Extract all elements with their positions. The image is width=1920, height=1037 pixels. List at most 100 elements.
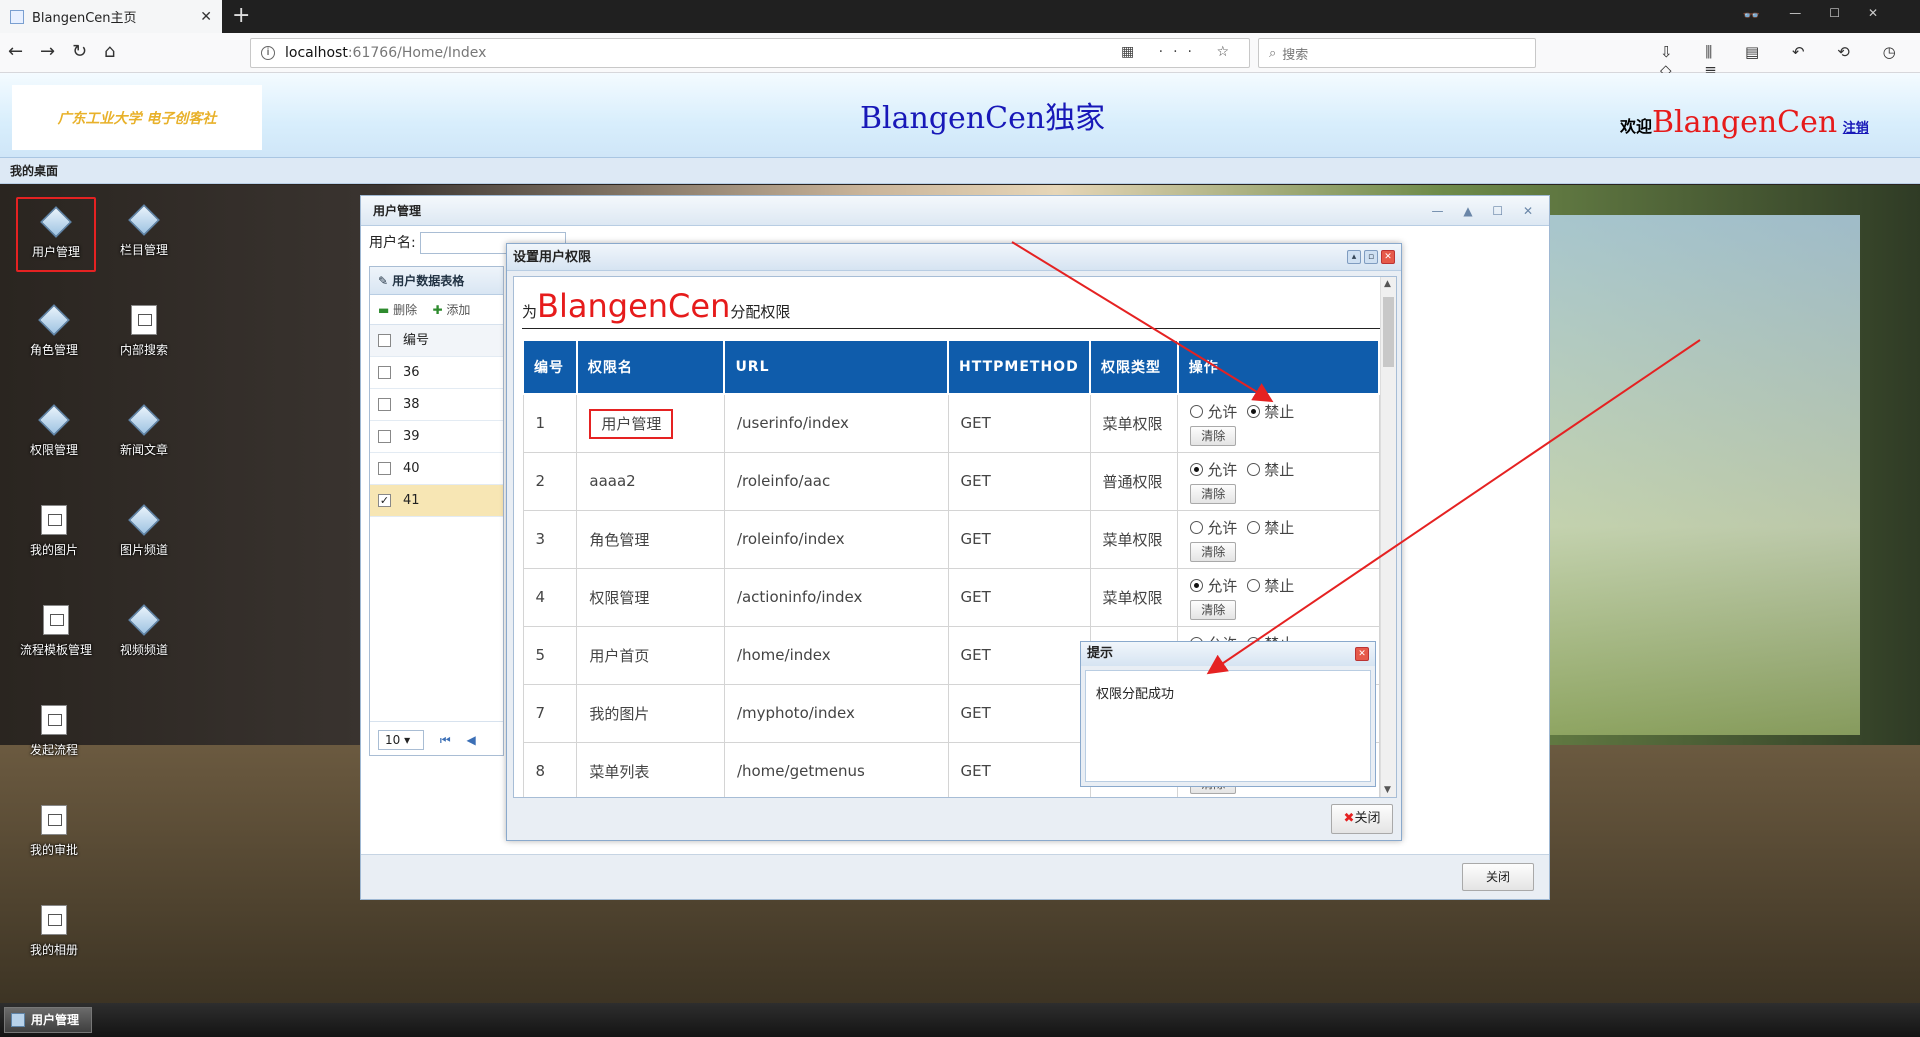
allow-radio[interactable]: 允许	[1190, 519, 1237, 537]
row-checkbox[interactable]	[378, 366, 391, 379]
desktop-icon-role-manage[interactable]: 角色管理	[14, 297, 94, 358]
home-button[interactable]: ⌂	[104, 41, 115, 63]
clear-button[interactable]: 清除	[1190, 541, 1237, 562]
desktop-icon-user-manage[interactable]: 用户管理	[16, 197, 96, 272]
clear-button[interactable]: 清除	[1190, 599, 1237, 620]
browser-tab[interactable]: BlangenCen主页 ✕	[0, 0, 222, 33]
allow-radio[interactable]: 允许	[1190, 403, 1237, 421]
row-checkbox[interactable]	[378, 462, 391, 475]
scroll-down-icon[interactable]: ▼	[1384, 785, 1391, 795]
column-header-id[interactable]: 编号	[403, 325, 429, 357]
tip-message: 权限分配成功	[1096, 687, 1175, 702]
desktop-icon-my-approval[interactable]: 我的审批	[14, 797, 94, 858]
radio-icon	[1247, 578, 1261, 592]
cell-value: 3	[535, 530, 546, 548]
clear-button[interactable]: 清除	[1190, 425, 1237, 446]
tip-close-icon[interactable]: ✕	[1355, 647, 1369, 661]
cell-value: 菜单列表	[589, 762, 650, 781]
cell-value: GET	[960, 588, 991, 606]
window-controls[interactable]: — ▲ ☐ ✕	[1432, 196, 1541, 226]
allow-radio[interactable]: 允许	[1190, 577, 1237, 595]
user-manage-close-button[interactable]: 关闭	[1462, 863, 1534, 891]
select-all-checkbox[interactable]	[378, 334, 391, 347]
deny-radio[interactable]: 禁止	[1247, 461, 1294, 479]
tip-titlebar[interactable]: 提示 ✕	[1081, 642, 1375, 666]
radio-icon	[1247, 404, 1261, 418]
table-cell: 1	[522, 393, 578, 453]
doc-icon	[37, 803, 71, 837]
page-favicon-icon	[10, 9, 24, 24]
cell-value: 5	[535, 646, 546, 664]
close-icon[interactable]: ✕	[1381, 250, 1395, 264]
back-button[interactable]: ←	[8, 41, 23, 63]
first-page-icon[interactable]: ⏮	[440, 733, 451, 747]
desktop-icon-permission-manage[interactable]: 权限管理	[14, 397, 94, 458]
table-cell: 角色管理	[576, 509, 725, 569]
grid-title: ✎ 用户数据表格	[370, 267, 503, 295]
desktop-icon-flow-template[interactable]: 流程模板管理	[16, 597, 96, 658]
table-cell: /home/getmenus	[723, 741, 949, 797]
close-tab-icon[interactable]: ✕	[200, 9, 212, 25]
forward-button[interactable]: →	[40, 41, 55, 63]
row-checkbox-checked[interactable]: ✓	[378, 494, 391, 507]
cell-value: GET	[960, 704, 991, 722]
doc-icon	[37, 503, 71, 537]
cell-value: GET	[960, 414, 991, 433]
table-cell: GET	[947, 683, 1091, 743]
operation-cell: 允许 禁止清除	[1177, 567, 1380, 627]
table-row-selected[interactable]: ✓ 41	[370, 485, 503, 517]
scroll-up-icon[interactable]: ▲	[1384, 279, 1391, 289]
tab-title: BlangenCen主页	[32, 11, 137, 26]
maximize-icon[interactable]: ▫	[1364, 250, 1378, 264]
close-label: 关闭	[1354, 811, 1381, 826]
table-row[interactable]: 40	[370, 453, 503, 485]
table-row[interactable]: 38	[370, 389, 503, 421]
desktop-icon-start-flow[interactable]: 发起流程	[14, 697, 94, 758]
window-controls[interactable]: —☐✕	[1789, 6, 1906, 20]
tab-strip: BlangenCen主页 ✕ + 👓 —☐✕	[0, 0, 1920, 33]
heading-user-name: BlangenCen	[537, 287, 731, 325]
row-checkbox[interactable]	[378, 398, 391, 411]
desktop-icon-picture-channel[interactable]: 图片频道	[104, 497, 184, 558]
allow-radio[interactable]: 允许	[1190, 461, 1237, 479]
add-icon: ✚	[432, 303, 443, 317]
clear-button[interactable]: 清除	[1190, 483, 1237, 504]
desktop-icon-internal-search[interactable]: 内部搜索	[104, 297, 184, 358]
heading-prefix: 为	[522, 303, 538, 321]
username-label: 用户名:	[369, 235, 416, 251]
row-checkbox[interactable]	[378, 430, 391, 443]
address-bar[interactable]: i localhost:61766/Home/Index ▦ ··· ☆	[250, 38, 1250, 68]
permission-dialog-titlebar[interactable]: 设置用户权限 ▴ ▫ ✕	[507, 244, 1401, 271]
site-info-icon[interactable]: i	[261, 46, 275, 60]
reload-button[interactable]: ↻	[72, 41, 87, 63]
collapse-icon[interactable]: ▴	[1347, 250, 1361, 264]
desktop-icon-my-album[interactable]: 我的相册	[14, 897, 94, 958]
permission-close-button[interactable]: ✖关闭	[1331, 804, 1393, 834]
taskbar-button-user-manage[interactable]: 用户管理	[4, 1007, 92, 1033]
desktop-icon-my-pictures[interactable]: 我的图片	[14, 497, 94, 558]
address-bar-actions[interactable]: ▦ ··· ☆	[1121, 44, 1239, 60]
search-input[interactable]: ⌕ 搜索	[1258, 38, 1536, 68]
table-cell: 2	[522, 451, 578, 511]
allow-label: 允许	[1207, 402, 1238, 421]
desktop-icon-news[interactable]: 新闻文章	[104, 397, 184, 458]
new-tab-button[interactable]: +	[232, 4, 250, 28]
table-cell: /roleinfo/aac	[723, 451, 949, 511]
table-row[interactable]: 36	[370, 357, 503, 389]
scroll-thumb[interactable]	[1383, 297, 1394, 367]
desktop-icon-video-channel[interactable]: 视频频道	[104, 597, 184, 658]
table-row[interactable]: 39	[370, 421, 503, 453]
deny-radio[interactable]: 禁止	[1247, 577, 1294, 595]
page-size-select[interactable]: 10 ▾	[378, 730, 424, 750]
user-manage-titlebar[interactable]: 用户管理 — ▲ ☐ ✕	[361, 196, 1549, 226]
prev-page-icon[interactable]: ◀	[466, 733, 475, 747]
delete-button[interactable]: ▬ 删除	[378, 303, 417, 317]
deny-radio[interactable]: 禁止	[1247, 519, 1294, 537]
logout-link[interactable]: 注销	[1843, 121, 1869, 136]
desktop-icon-label: 发起流程	[29, 743, 78, 757]
deny-radio[interactable]: 禁止	[1247, 403, 1294, 421]
add-button[interactable]: ✚ 添加	[432, 303, 470, 317]
welcome-label: 欢迎	[1620, 117, 1653, 136]
vertical-scrollbar[interactable]: ▲ ▼	[1380, 277, 1396, 797]
desktop-icon-column-manage[interactable]: 栏目管理	[104, 197, 184, 258]
